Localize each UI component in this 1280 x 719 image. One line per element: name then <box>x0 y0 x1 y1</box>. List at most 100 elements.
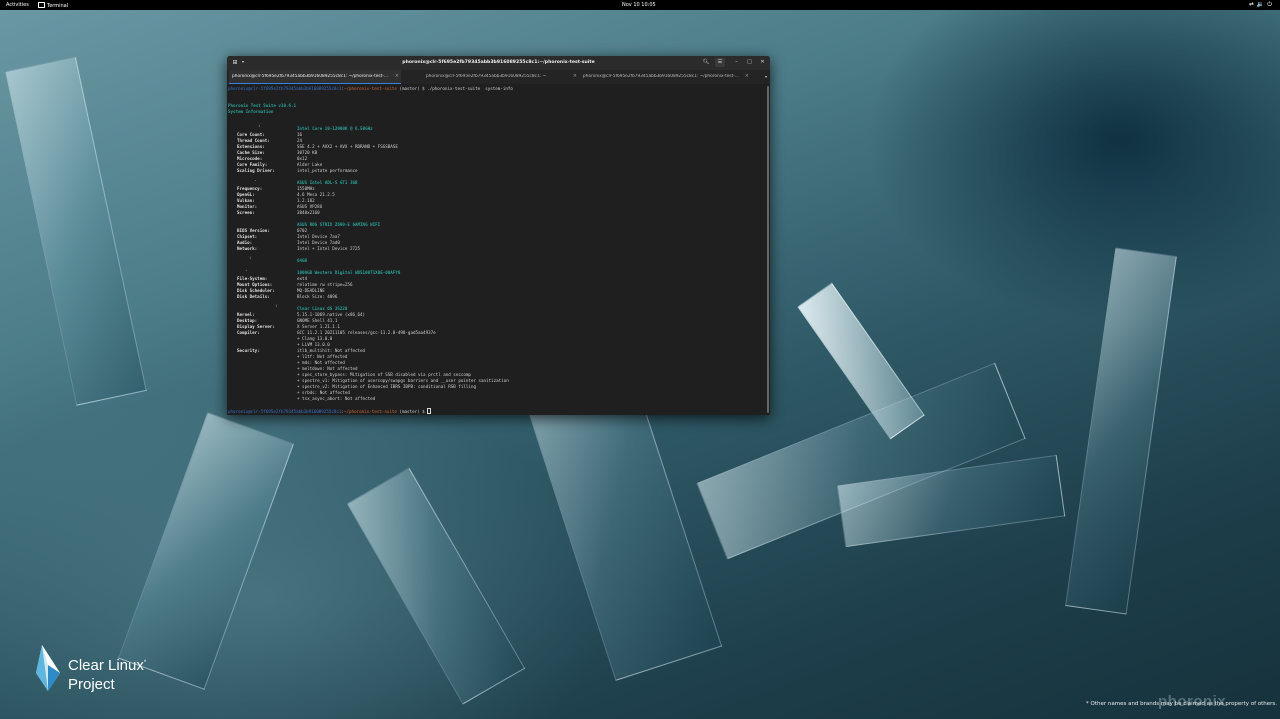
tab-label: phoronix@clr-5f695e2fb79345abb3b91608925… <box>425 74 547 79</box>
row-value: 1.2.182 <box>297 198 315 203</box>
row-label: Core Family: <box>237 162 268 167</box>
row-label: Audio: <box>237 240 253 245</box>
suite-version: Phoronix Test Suite v10.6.1 <box>228 103 297 108</box>
security-item: + srbds: Not affected <box>297 390 350 395</box>
row-label: Vulkan: <box>237 198 255 203</box>
minimize-button[interactable]: – <box>732 58 741 67</box>
row-value: + Clang 13.0.0 <box>297 336 333 341</box>
close-button[interactable]: ✕ <box>758 58 767 67</box>
logo-line-1-text: Clear Linux <box>68 657 144 674</box>
section-marker: : <box>249 255 252 260</box>
terminal-window: ⊞ ▾ phoronix@clr-5f695e2fb79345abb3b9160… <box>227 56 770 415</box>
section-marker: . <box>254 177 257 182</box>
row-value: 3840x2160 <box>297 210 320 215</box>
power-icon: ⏻ <box>1267 1 1275 8</box>
row-value: intel_pstate performance <box>297 168 358 173</box>
prompt-branch: (master) $ <box>396 409 428 414</box>
row-label: BIOS Version: <box>237 228 270 233</box>
hamburger-menu-button[interactable]: ☰ <box>715 58 725 67</box>
row-label: Disk Details: <box>237 294 270 299</box>
logo-line-1: Clear Linux* <box>68 657 146 674</box>
command-text: ./phoronix-test-suite system-info <box>427 86 513 91</box>
activities-button[interactable]: Activities <box>6 2 29 8</box>
scrollbar[interactable] <box>767 86 769 413</box>
row-label: Frequency: <box>237 186 263 191</box>
top-bar: Activities Terminal Nov 10 10:05 ⮂🔉⏻ <box>0 0 1280 10</box>
text-cursor <box>427 408 432 414</box>
row-label: Microcode: <box>237 156 263 161</box>
row-value: 4.6 Mesa 21.2.5 <box>297 192 335 197</box>
tab-label: phoronix@clr-5f695e2fb79345abb3b91608925… <box>232 74 388 79</box>
row-value: Intel Device 7aa7 <box>297 234 340 239</box>
clock[interactable]: Nov 10 10:05 <box>622 2 656 8</box>
row-value: Intel + Intel Device 2725 <box>297 246 361 251</box>
security-item: itlb_multihit: Not affected <box>297 348 366 353</box>
clear-linux-mark-icon <box>36 645 60 691</box>
security-item: + tsx_async_abort: Not affected <box>297 396 376 401</box>
volume-icon: 🔉 <box>1256 1 1268 8</box>
search-button[interactable]: 🔍︎ <box>701 58 711 67</box>
tab-home[interactable]: phoronix@clr-5f695e2fb79345abb3b91608925… <box>403 70 579 83</box>
wallpaper-crystal <box>1065 247 1177 615</box>
row-value: 0x12 <box>297 156 308 161</box>
maximize-button[interactable]: □ <box>745 58 754 67</box>
row-label: Security: <box>237 348 260 353</box>
row-value: + LLVM 13.0.0 <box>297 342 330 347</box>
row-label: Core Count: <box>237 132 265 137</box>
row-label: Kernel: <box>237 312 255 317</box>
disk-header: 1000GB Western Digital WDS100T1X0E-00AFY… <box>297 270 401 275</box>
search-icon: 🔍︎ <box>702 59 710 65</box>
row-label: Disk Scheduler: <box>237 288 275 293</box>
row-label: Display Server: <box>237 324 275 329</box>
security-item: + spec_store_bypass: Mitigation of SSB d… <box>297 372 471 377</box>
row-value: ext4 <box>297 276 308 281</box>
row-value: Block Size: 4096 <box>297 294 338 299</box>
security-item: + mds: Not affected <box>297 360 345 365</box>
memory-header: 64GB <box>297 258 308 263</box>
section-marker: : <box>275 303 278 308</box>
row-label: Mount Options: <box>237 282 273 287</box>
row-label: OpenGL: <box>237 192 255 197</box>
prompt-path: ~/phoronix-test-suite <box>343 86 397 91</box>
tab-phoronix-test-suite-2[interactable]: phoronix@clr-5f695e2fb79345abb3b91608925… <box>581 70 751 83</box>
graphics-header: ASUS Intel ADL-S GT1 3GB <box>297 180 358 185</box>
tab-bar: phoronix@clr-5f695e2fb79345abb3b91608925… <box>227 70 770 84</box>
row-value: Intel Device 7ad0 <box>297 240 340 245</box>
row-value: 1550MHz <box>297 186 315 191</box>
row-value: X Server 1.21.1.1 <box>297 324 340 329</box>
processor-header: Intel Core i9-12900K @ 6.50GHz <box>297 126 373 131</box>
row-value: relatime rw stripe=256 <box>297 282 353 287</box>
section-marker: . <box>245 267 248 272</box>
network-icon: ⮂ <box>1248 1 1257 8</box>
terminal-output[interactable]: phoronix@clr-5f695e2fb79345abb3b91608925… <box>227 84 766 415</box>
row-label: Screen: <box>237 210 255 215</box>
logo-line-2: Project <box>68 676 115 693</box>
menu-icon: ☰ <box>717 59 723 65</box>
row-label: Thread Count: <box>237 138 270 143</box>
tab-close-icon[interactable]: × <box>745 73 749 79</box>
row-value: SSE 4.2 + AVX2 + AVX + RDRAND + FSGSBASE <box>297 144 398 149</box>
tab-phoronix-test-suite[interactable]: phoronix@clr-5f695e2fb79345abb3b91608925… <box>229 70 401 84</box>
system-tray[interactable]: ⮂🔉⏻ <box>1249 1 1275 9</box>
security-item: + spectre_v2: Mitigation of Enhanced IBR… <box>297 384 476 389</box>
row-value: 30720 KB <box>297 150 318 155</box>
row-value: ASUS VP28U <box>297 204 323 209</box>
terminal-icon <box>38 2 45 8</box>
tab-close-icon[interactable]: × <box>395 73 399 79</box>
tab-list-dropdown-icon[interactable]: ▾ <box>765 74 767 79</box>
row-value: 24 <box>297 138 303 143</box>
row-label: File-System: <box>237 276 268 281</box>
tab-label: phoronix@clr-5f695e2fb79345abb3b91608925… <box>583 74 739 79</box>
wallpaper-crystal <box>5 56 147 406</box>
tab-close-icon[interactable]: × <box>573 73 577 79</box>
app-menu-terminal[interactable]: Terminal <box>38 2 68 9</box>
row-value: 16 <box>297 132 303 137</box>
software-header: Clear Linux OS 35220 <box>297 306 348 311</box>
window-title: phoronix@clr-5f695e2fb79345abb3b91608925… <box>402 60 595 65</box>
row-value: MQ-DEADLINE <box>297 288 325 293</box>
row-label: Extensions: <box>237 144 265 149</box>
app-menu-label: Terminal <box>47 3 69 9</box>
row-label: Compiler: <box>237 330 260 335</box>
section-marker: : <box>258 123 261 128</box>
prompt-line: phoronix@clr-5f695e2fb79345abb3b91608925… <box>228 408 432 414</box>
